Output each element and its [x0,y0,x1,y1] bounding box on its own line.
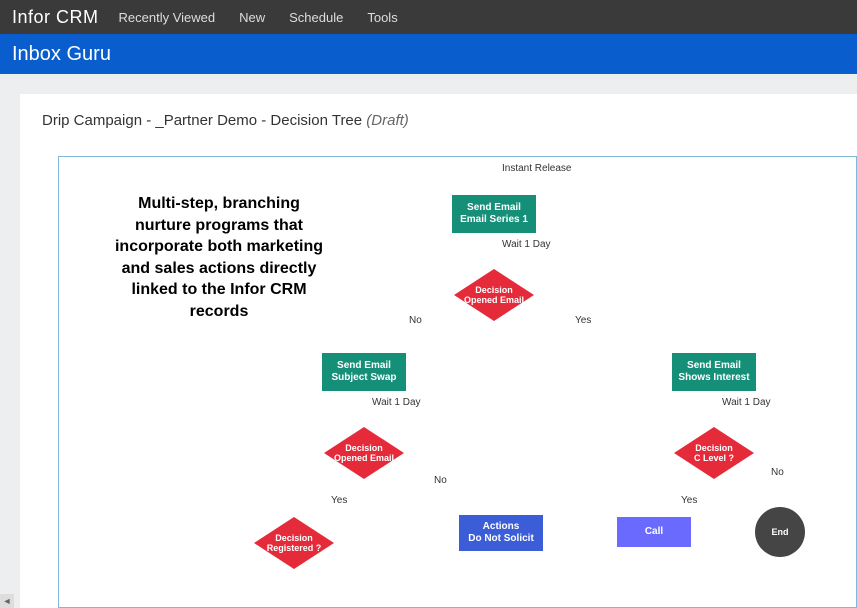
menu-new[interactable]: New [239,10,265,25]
panel-title: Drip Campaign - _Partner Demo - Decision… [42,112,835,129]
node-decision-opened-email-1[interactable]: Decision Opened Email [454,269,534,321]
node-line2: Registered ? [267,543,322,553]
node-decision-c-level[interactable]: Decision C Level ? [674,427,754,479]
node-action-do-not-solicit[interactable]: Actions Do Not Solicit [459,515,543,551]
menu-recently-viewed[interactable]: Recently Viewed [119,10,216,25]
chevron-left-icon: ◄ [3,596,12,606]
menu-schedule[interactable]: Schedule [289,10,343,25]
node-line2: Opened Email [464,295,524,305]
page-title: Inbox Guru [12,43,111,66]
panel-title-text: Drip Campaign - _Partner Demo - Decision… [42,112,366,129]
scroll-left-button[interactable]: ◄ [0,594,14,608]
node-decision-opened-email-2[interactable]: Decision Opened Email [324,427,404,479]
edge-label-yes3: Yes [681,495,697,506]
page-title-bar: Inbox Guru [0,34,857,74]
panel: Drip Campaign - _Partner Demo - Decision… [20,94,857,608]
node-line2: Opened Email [334,453,394,463]
edge-label-wait2a: Wait 1 Day [372,397,421,408]
node-send-email-series1[interactable]: Send Email Email Series 1 [452,195,536,233]
node-line2: C Level ? [694,453,734,463]
node-send-email-subject-swap[interactable]: Send Email Subject Swap [322,353,406,391]
node-line1: Send Email [467,202,521,214]
node-line2: Email Series 1 [460,214,528,226]
node-call[interactable]: Call [617,517,691,547]
annotation-text: Multi-step, branching nurture programs t… [109,193,329,323]
node-line1: Decision [275,533,313,543]
edge-label-no2: No [434,475,447,486]
node-label: Call [645,526,663,538]
content-area: Drip Campaign - _Partner Demo - Decision… [0,74,857,608]
edge-label-wait2b: Wait 1 Day [722,397,771,408]
menu-tools[interactable]: Tools [367,10,397,25]
workflow-canvas[interactable]: Multi-step, branching nurture programs t… [58,156,857,608]
node-line1: Decision [345,443,383,453]
node-line2: Shows Interest [678,372,749,384]
node-end[interactable]: End [755,507,805,557]
node-line1: Decision [695,443,733,453]
panel-title-status: (Draft) [366,112,409,129]
edge-label-no1: No [409,315,422,326]
app-brand: Infor CRM [12,7,99,28]
edge-label-release: Instant Release [502,163,572,174]
node-decision-registered[interactable]: Decision Registered ? [254,517,334,569]
node-send-email-shows-interest[interactable]: Send Email Shows Interest [672,353,756,391]
edge-label-wait1: Wait 1 Day [502,239,551,250]
node-line1: Decision [475,285,513,295]
node-line2: Do Not Solicit [468,533,534,545]
edge-label-no3: No [771,467,784,478]
node-line1: Send Email [337,360,391,372]
edge-label-yes1: Yes [575,315,591,326]
node-label: End [772,527,789,538]
top-menu-bar: Infor CRM Recently Viewed New Schedule T… [0,0,857,34]
edge-label-yes2: Yes [331,495,347,506]
node-line2: Subject Swap [331,372,396,384]
node-line1: Actions [483,521,520,533]
node-line1: Send Email [687,360,741,372]
